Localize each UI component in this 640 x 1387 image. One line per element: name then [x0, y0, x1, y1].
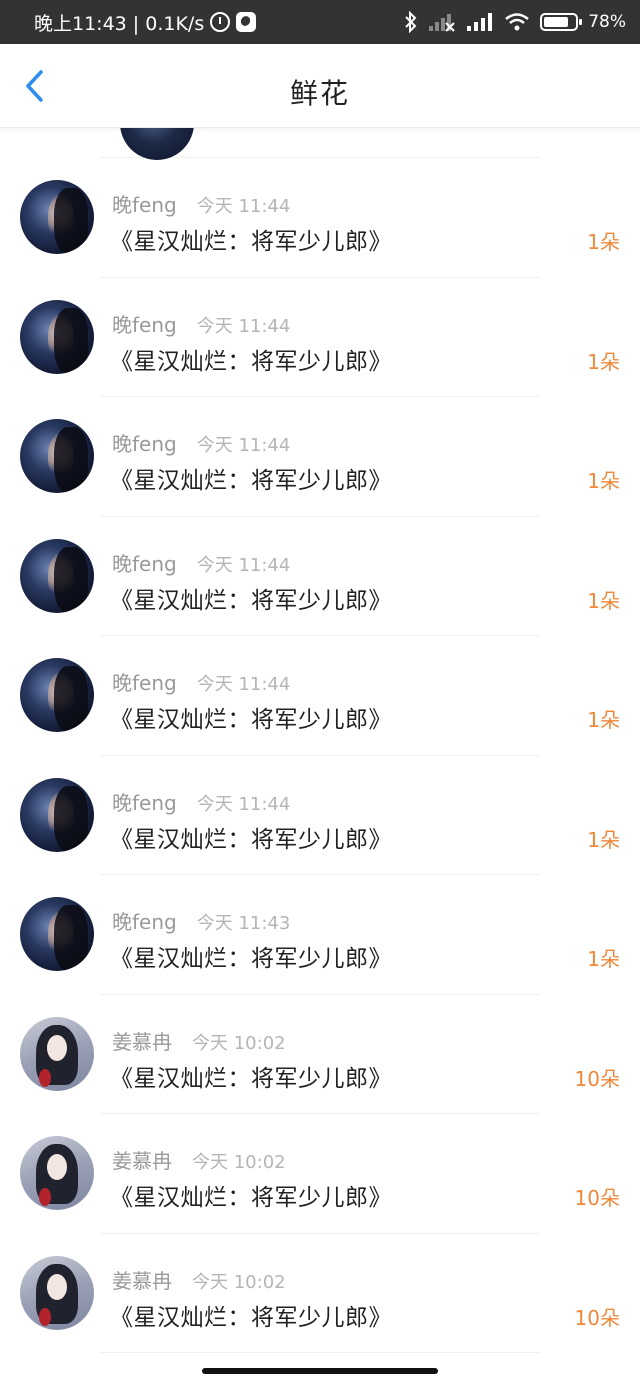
- flower-count: 1朵: [587, 708, 620, 732]
- flower-count: 1朵: [587, 588, 620, 613]
- avatar[interactable]: [20, 538, 94, 613]
- user-name[interactable]: 晚feng: [112, 787, 177, 816]
- timestamp: 今天 10:02: [192, 1032, 286, 1054]
- list-item[interactable]: 晚feng 今天 11:44 《星汉灿烂：将军少儿郎》 1朵: [0, 278, 640, 398]
- avatar[interactable]: [20, 897, 94, 971]
- item-meta: 姜慕冉 今天 10:02: [112, 1145, 286, 1174]
- item-meta: 晚feng 今天 11:44: [112, 667, 290, 696]
- flower-count: 1朵: [587, 230, 620, 254]
- item-meta: 姜慕冉 今天 10:02: [112, 1026, 286, 1055]
- status-right: 78%: [404, 11, 626, 33]
- timestamp: 今天 10:02: [192, 1152, 286, 1173]
- book-title[interactable]: 《星汉灿烂：将军少儿郎》: [110, 222, 392, 256]
- avatar[interactable]: [20, 419, 94, 493]
- book-title[interactable]: 《星汉灿烂：将军少儿郎》: [110, 461, 392, 495]
- user-name[interactable]: 姜慕冉: [112, 1026, 172, 1055]
- home-indicator[interactable]: [202, 1368, 438, 1374]
- item-meta: 晚feng 今天 11:44: [112, 787, 290, 816]
- user-name[interactable]: 晚feng: [112, 548, 177, 577]
- flower-list[interactable]: 晚feng 今天 11:44 《星汉灿烂：将军少儿郎》 1朵 晚feng 今天 11:44…: [0, 86, 640, 1354]
- status-left: 晚上11:43 | 0.1K/s: [34, 9, 257, 36]
- book-title[interactable]: 《星汉灿烂：将军少儿郎》: [110, 820, 392, 854]
- list-item[interactable]: 晚feng 今天 11:44 《星汉灿烂：将军少儿郎》 1朵: [0, 636, 640, 756]
- book-title[interactable]: 《星汉灿烂：将军少儿郎》: [110, 1178, 392, 1212]
- flower-count: 1朵: [587, 947, 620, 971]
- bluetooth-icon: [404, 11, 418, 33]
- list-item[interactable]: 晚feng 今天 11:44 《星汉灿烂：将军少儿郎》 1朵: [0, 397, 640, 517]
- signal-icon: [466, 12, 494, 32]
- flower-count: 1朵: [587, 469, 620, 493]
- timestamp: 今天 11:44: [196, 674, 291, 695]
- user-name[interactable]: 姜慕冉: [112, 1265, 172, 1294]
- signal-off-icon: [428, 12, 456, 32]
- book-title[interactable]: 《星汉灿烂：将军少儿郎》: [110, 342, 392, 376]
- flower-count: 10朵: [574, 1186, 620, 1210]
- title-bar: 鲜花: [0, 44, 640, 128]
- list-item[interactable]: 晚feng 今天 11:43 《星汉灿烂：将军少儿郎》 1朵: [0, 875, 640, 995]
- item-meta: 晚feng 今天 11:43: [112, 906, 290, 935]
- book-title[interactable]: 《星汉灿烂：将军少儿郎》: [110, 700, 392, 734]
- timestamp: 今天 11:44: [196, 196, 291, 217]
- list-item[interactable]: 晚feng 今天 11:44 《星汉灿烂：将军少儿郎》 1朵: [0, 158, 640, 278]
- battery-fill: [544, 17, 568, 27]
- book-title[interactable]: 《星汉灿烂：将军少儿郎》: [110, 1059, 392, 1093]
- user-name[interactable]: 晚feng: [112, 906, 177, 935]
- avatar[interactable]: [20, 1136, 94, 1210]
- user-name[interactable]: 晚feng: [112, 428, 177, 457]
- avatar[interactable]: [20, 777, 94, 852]
- battery-percent: 78%: [588, 12, 626, 32]
- timestamp: 今天 10:02: [192, 1271, 286, 1293]
- flower-count: 1朵: [587, 349, 620, 374]
- page-title: 鲜花: [289, 77, 350, 110]
- list-item[interactable]: 晚feng 今天 11:44 《星汉灿烂：将军少儿郎》 1朵: [0, 517, 640, 637]
- item-meta: 晚feng 今天 11:44: [112, 428, 290, 457]
- book-title[interactable]: 《星汉灿烂：将军少儿郎》: [110, 939, 392, 973]
- timestamp: 今天 11:43: [196, 913, 291, 934]
- item-meta: 姜慕冉 今天 10:02: [112, 1265, 286, 1294]
- flower-count: 1朵: [587, 827, 620, 852]
- avatar[interactable]: [20, 299, 94, 374]
- book-title[interactable]: 《星汉灿烂：将军少儿郎》: [110, 581, 392, 615]
- user-name[interactable]: 姜慕冉: [112, 1145, 172, 1174]
- partial-list-item: [100, 86, 540, 160]
- avatar[interactable]: [20, 180, 94, 254]
- user-name[interactable]: 晚feng: [112, 189, 177, 218]
- flower-count: 10朵: [574, 1066, 620, 1091]
- alarm-icon: [210, 12, 231, 32]
- list-item[interactable]: 姜慕冉 今天 10:02 《星汉灿烂：将军少儿郎》 10朵: [0, 995, 640, 1115]
- list-item[interactable]: 姜慕冉 今天 10:02 《星汉灿烂：将军少儿郎》 10朵: [0, 1234, 640, 1354]
- flower-count: 10朵: [574, 1305, 620, 1330]
- timestamp: 今天 11:44: [196, 793, 291, 815]
- user-name[interactable]: 晚feng: [112, 309, 177, 338]
- item-meta: 晚feng 今天 11:44: [112, 309, 290, 338]
- list-item[interactable]: 晚feng 今天 11:44 《星汉灿烂：将军少儿郎》 1朵: [0, 756, 640, 876]
- timestamp: 今天 11:44: [196, 435, 291, 456]
- status-bar: 晚上11:43 | 0.1K/s 78%: [0, 0, 640, 44]
- book-title[interactable]: 《星汉灿烂：将军少儿郎》: [110, 1298, 392, 1332]
- wifi-icon: [504, 12, 530, 32]
- status-time-speed: 晚上11:43 | 0.1K/s: [34, 12, 205, 35]
- item-meta: 晚feng 今天 11:44: [112, 548, 290, 577]
- timestamp: 今天 11:44: [196, 315, 291, 337]
- avatar[interactable]: [20, 1255, 94, 1330]
- battery-icon: [540, 13, 583, 31]
- avatar[interactable]: [20, 1016, 94, 1091]
- app-icon: [236, 12, 257, 32]
- user-name[interactable]: 晚feng: [112, 667, 177, 696]
- timestamp: 今天 11:44: [196, 554, 291, 576]
- avatar[interactable]: [20, 658, 94, 732]
- list-item[interactable]: 姜慕冉 今天 10:02 《星汉灿烂：将军少儿郎》 10朵: [0, 1114, 640, 1234]
- item-meta: 晚feng 今天 11:44: [112, 189, 290, 218]
